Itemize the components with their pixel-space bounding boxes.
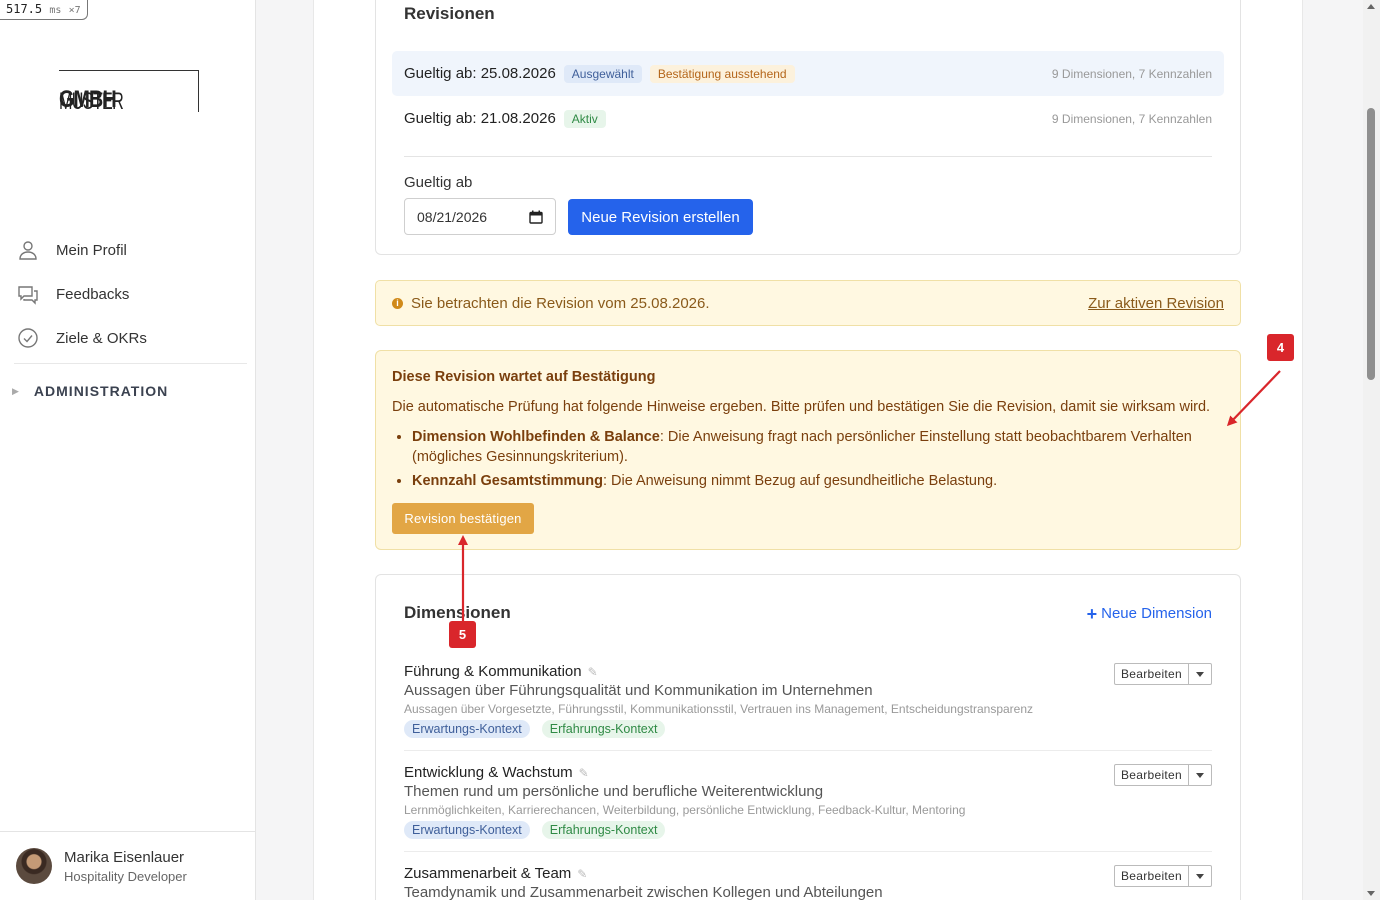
revision-row-selected[interactable]: Gueltig ab: 25.08.2026 Ausgewählt Bestät… (392, 51, 1224, 96)
user-role: Hospitality Developer (64, 869, 187, 884)
dimension-description: Teamdynamik und Zusammenarbeit zwischen … (404, 884, 883, 900)
admin-label: ADMINISTRATION (33, 383, 169, 399)
dimension-name: Entwicklung & Wachstum (404, 764, 573, 781)
divider (404, 156, 1212, 157)
alert-issue: Kennzahl Gesamtstimmung: Die Anweisung n… (412, 471, 1222, 491)
dimension-item: Führung & Kommunikation ✎ Aussagen über F… (404, 663, 1212, 738)
nav-item-feedbacks[interactable]: Feedbacks (16, 278, 129, 310)
chevron-down-icon[interactable] (1189, 865, 1212, 887)
revisions-card: Revisionen Gueltig ab: 25.08.2026 Ausgew… (375, 0, 1241, 255)
annotation-badge-4: 4 (1267, 334, 1294, 361)
nav-label: Feedbacks (56, 285, 130, 303)
dimension-keywords: Aussagen über Vorgesetzte, Führungsstil,… (404, 702, 1034, 716)
scroll-down-arrow-icon[interactable] (1367, 891, 1375, 896)
revision-meta: 9 Dimensionen, 7 Kennzahlen (1051, 111, 1212, 126)
dimension-name: Zusammenarbeit & Team (404, 865, 572, 882)
alert-issue-list: Dimension Wohlbefinden & Balance : Die An… (412, 427, 1222, 495)
divider (404, 851, 1212, 852)
dimension-name: Führung & Kommunikation (404, 663, 582, 680)
valid-from-label: Gueltig ab (404, 174, 473, 191)
alert-issue: Dimension Wohlbefinden & Balance: Die An… (412, 427, 1222, 467)
alert-text: Die automatische Prüfung hat folgende Hi… (392, 399, 1211, 415)
scrollbar-thumb[interactable] (1367, 108, 1375, 380)
pencil-icon[interactable]: ✎ (588, 665, 598, 679)
revision-label: Gueltig ab: 25.08.2026 (404, 65, 556, 82)
sidebar: 517.5 ms ×7 MUSTER GMBH Mein Profil Feedb… (0, 0, 256, 900)
user-name: Marika Eisenlauer (64, 849, 185, 866)
perf-unit: ms (49, 5, 62, 16)
dimension-description: Aussagen über Führungsqualität und Kommu… (404, 682, 873, 699)
chevron-down-icon[interactable] (1189, 663, 1212, 685)
new-dimension-button[interactable]: + Neue Dimension (1086, 603, 1212, 624)
edit-split-button: Bearbeiten (1113, 764, 1212, 786)
revision-label: Gueltig ab: 21.08.2026 (404, 110, 556, 127)
revision-row-active[interactable]: Gueltig ab: 21.08.2026 Aktiv 9 Dimension… (392, 96, 1224, 141)
check-circle-icon (18, 328, 38, 348)
new-dimension-label: Neue Dimension (1101, 605, 1212, 622)
edit-split-button: Bearbeiten (1113, 663, 1212, 685)
date-value: 08/21/2026 (417, 208, 488, 225)
perf-time: 517.5 (6, 2, 43, 16)
divider (404, 750, 1212, 751)
pending-confirmation-alert: Diese Revision wartet auf Bestätigung Di… (375, 350, 1241, 550)
expectation-context-tag: Erwartungs-Kontext (404, 821, 530, 839)
confirm-revision-button[interactable]: Revision bestätigen (392, 503, 534, 534)
annotation-badge-5: 5 (449, 621, 476, 648)
issue-subject: Dimension Wohlbefinden & Balance (412, 429, 660, 445)
nav-label: Mein Profil (56, 241, 127, 259)
issue-detail: : Die Anweisung nimmt Bezug auf gesundhe… (602, 473, 998, 489)
revisions-title: Revisionen (404, 4, 495, 23)
edit-button[interactable]: Bearbeiten (1113, 663, 1189, 685)
valid-from-date-input[interactable]: 08/21/2026 (404, 198, 556, 235)
selected-badge: Ausgewählt (563, 64, 642, 83)
go-to-active-revision-link[interactable]: Zur aktiven Revision (1088, 295, 1224, 312)
edit-button[interactable]: Bearbeiten (1113, 764, 1189, 786)
create-revision-button[interactable]: Neue Revision erstellen (568, 199, 753, 235)
scroll-up-arrow-icon[interactable] (1367, 4, 1375, 9)
nav-divider (14, 363, 247, 364)
nav-label: Ziele & OKRs (56, 329, 147, 347)
edit-button[interactable]: Bearbeiten (1113, 865, 1189, 887)
perf-indicator: 517.5 ms ×7 (0, 0, 88, 20)
user-panel[interactable]: Marika Eisenlauer Hospitality Developer (0, 831, 255, 900)
dimension-keywords: Lernmöglichkeiten, Karrierechancen, Weit… (404, 803, 966, 817)
pencil-icon[interactable]: ✎ (579, 766, 589, 780)
experience-context-tag: Erfahrungs-Kontext (541, 821, 666, 839)
chat-icon (18, 286, 38, 305)
nav-item-mein-profil[interactable]: Mein Profil (16, 234, 127, 266)
active-badge: Aktiv (563, 109, 606, 128)
admin-section-toggle[interactable]: ▶ ADMINISTRATION (12, 383, 168, 399)
dimensions-title: Dimensionen (404, 603, 511, 622)
logo-part1: MUSTER (59, 88, 124, 115)
edit-split-button: Bearbeiten (1113, 865, 1212, 887)
issue-subject: Kennzahl Gesamtstimmung (412, 473, 603, 489)
page-scrollbar[interactable] (1363, 0, 1380, 900)
calendar-icon[interactable] (529, 210, 543, 224)
dimension-item: Entwicklung & Wachstum ✎ Themen rund um p… (404, 764, 1212, 839)
revision-meta: 9 Dimensionen, 7 Kennzahlen (1051, 66, 1212, 81)
perf-mult: ×7 (68, 5, 81, 16)
user-icon (19, 241, 37, 260)
experience-context-tag: Erfahrungs-Kontext (541, 720, 666, 738)
pencil-icon[interactable]: ✎ (577, 867, 587, 881)
expectation-context-tag: Erwartungs-Kontext (404, 720, 530, 738)
pending-badge: Bestätigung ausstehend (649, 64, 795, 83)
dimension-item: Zusammenarbeit & Team ✎ Teamdynamik und Z… (404, 865, 1212, 900)
dimension-description: Themen rund um persönliche und beruflich… (404, 783, 824, 800)
dimensions-card: Dimensionen + Neue Dimension Führung & K… (375, 574, 1241, 900)
viewing-revision-notice: i Sie betrachten die Revision vom 25.08.… (375, 280, 1241, 326)
info-icon: i (392, 297, 403, 309)
chevron-down-icon[interactable] (1189, 764, 1212, 786)
plus-icon: + (1086, 603, 1098, 624)
company-logo[interactable]: MUSTER GMBH (59, 70, 199, 115)
nav-item-ziele[interactable]: Ziele & OKRs (16, 322, 147, 354)
notice-text: Sie betrachten die Revision vom 25.08.20… (411, 294, 710, 312)
alert-title: Diese Revision wartet auf Bestätigung (392, 369, 656, 385)
avatar (16, 848, 52, 884)
caret-right-icon: ▶ (12, 385, 20, 396)
